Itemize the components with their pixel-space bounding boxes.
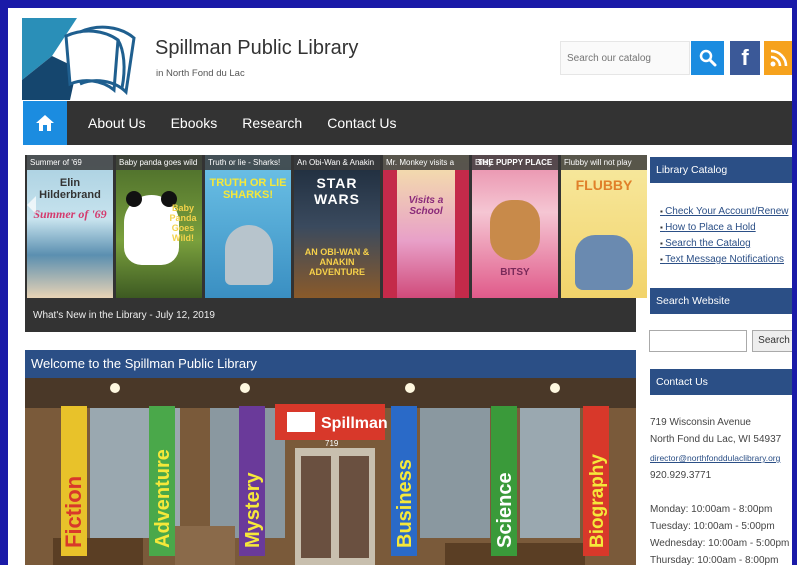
slider-prev-arrow[interactable] xyxy=(27,196,36,214)
book-cover-summer-69[interactable]: Summer of '69 Elin Hilderbrand Summer of… xyxy=(27,155,113,298)
search-website-heading: Search Website xyxy=(650,288,792,314)
site-search-input[interactable] xyxy=(649,330,747,352)
book-caption: Truth or lie - Sharks! xyxy=(205,155,291,170)
new-books-slider: Summer of '69 Elin Hilderbrand Summer of… xyxy=(25,155,647,332)
contact-email-link[interactable]: director@northfonddulaclibrary.org xyxy=(650,453,780,463)
banner-biography-text: Biography xyxy=(587,454,608,548)
book-title: Summer of '69 xyxy=(33,207,107,221)
book-caption: Baby panda goes wild xyxy=(116,155,202,170)
banner-business-text: Business xyxy=(394,459,416,548)
book-title: Baby Panda Goes Wild! xyxy=(169,203,197,243)
banner-adventure-text: Adventure xyxy=(152,449,174,548)
link-search-catalog[interactable]: Search the Catalog xyxy=(660,238,788,249)
book-title: TRUTH OR LIE SHARKS! xyxy=(209,177,287,201)
business-banner: Business xyxy=(391,406,417,556)
banner-science-text: Science xyxy=(494,472,516,548)
curtain-left xyxy=(383,170,397,298)
nav-item-about-us[interactable]: About Us xyxy=(88,115,146,131)
book-caption: Summer of '69 xyxy=(27,155,113,170)
fiction-banner: Fiction xyxy=(61,406,87,556)
book-title: FLUBBY xyxy=(575,177,633,193)
welcome-section: Welcome to the Spillman Public Library F… xyxy=(25,350,636,565)
site-subtitle: in North Fond du Lac xyxy=(156,68,245,79)
biography-banner: Biography xyxy=(583,406,609,556)
hours-monday: Monday: 10:00am - 8:00pm xyxy=(650,504,773,515)
cat-illustration xyxy=(575,235,633,290)
book-title: STAR WARS xyxy=(314,175,360,207)
facebook-button[interactable]: f xyxy=(730,41,760,75)
link-place-hold[interactable]: How to Place a Hold xyxy=(660,222,788,233)
home-icon xyxy=(36,115,54,131)
catalog-links: Check Your Account/Renew How to Place a … xyxy=(660,206,788,270)
rss-icon xyxy=(770,49,788,67)
book-caption: Mr. Monkey visits a xyxy=(383,155,469,170)
contact-phone: 920.929.3771 xyxy=(650,470,712,481)
book-cover-flubby[interactable]: Flubby will not play FLUBBY xyxy=(561,155,647,298)
book-caption: An Obi-Wan & Anakin xyxy=(294,155,380,170)
library-logo-icon[interactable] xyxy=(22,18,147,100)
site-title[interactable]: Spillman Public Library xyxy=(155,37,358,60)
book-cover-mr-monkey[interactable]: Mr. Monkey visits a Visits a School xyxy=(383,155,469,298)
banner-mystery-text: Mystery xyxy=(242,472,264,548)
link-text-notifications[interactable]: Text Message Notifications xyxy=(660,254,788,265)
puppy-illustration xyxy=(490,200,540,260)
facebook-icon: f xyxy=(741,45,749,70)
storefront-sign-text: Spillman xyxy=(321,415,388,432)
book-cover-puppy-place[interactable]: Bitsy THE PUPPY PLACE BITSY xyxy=(472,155,558,298)
site-search-button[interactable]: Search xyxy=(752,330,792,352)
nav-item-research[interactable]: Research xyxy=(242,115,302,131)
hours-tuesday: Tuesday: 10:00am - 5:00pm xyxy=(650,521,775,532)
library-catalog-heading: Library Catalog xyxy=(650,157,792,183)
page-frame: Spillman Public Library in North Fond du… xyxy=(8,8,792,565)
slider-caption: What's New in the Library - July 12, 201… xyxy=(33,310,215,321)
library-storefront-photo: Fiction Adventure Mystery Business Scien… xyxy=(25,378,636,565)
banner-fiction-text: Fiction xyxy=(61,476,86,548)
nav-item-ebooks[interactable]: Ebooks xyxy=(171,115,218,131)
book-title: THE PUPPY PLACE xyxy=(477,158,553,167)
search-icon xyxy=(699,49,716,67)
book-subtitle: BITSY xyxy=(500,267,530,278)
shark-illustration xyxy=(225,225,273,285)
search-button[interactable] xyxy=(691,41,724,75)
book-author: Elin Hilderbrand xyxy=(39,177,101,201)
contact-address-line2: North Fond du Lac, WI 54937 xyxy=(650,434,782,445)
book-caption: Flubby will not play xyxy=(561,155,647,170)
main-nav: About Us Ebooks Research Contact Us xyxy=(23,101,792,145)
hours-wednesday: Wednesday: 10:00am - 5:00pm xyxy=(650,538,790,549)
contact-us-heading: Contact Us xyxy=(650,369,792,395)
mystery-banner: Mystery xyxy=(239,406,265,556)
link-check-account[interactable]: Check Your Account/Renew xyxy=(660,206,788,217)
book-cover-baby-panda[interactable]: Baby panda goes wild Baby Panda Goes Wil… xyxy=(116,155,202,298)
rss-button[interactable] xyxy=(764,41,792,75)
storefront-sign-number: 719 xyxy=(325,439,339,448)
panda-ear xyxy=(126,191,142,207)
science-banner: Science xyxy=(491,406,517,556)
book-cover-star-wars[interactable]: An Obi-Wan & Anakin STAR WARS AN OBI-WAN… xyxy=(294,155,380,298)
nav-item-contact-us[interactable]: Contact Us xyxy=(327,115,396,131)
welcome-title: Welcome to the Spillman Public Library xyxy=(25,350,636,378)
hours-thursday: Thursday: 10:00am - 8:00pm xyxy=(650,555,779,565)
book-subtitle: AN OBI-WAN & ANAKIN ADVENTURE xyxy=(304,247,370,277)
book-title: Visits a School xyxy=(408,195,444,217)
catalog-search-input[interactable] xyxy=(560,41,690,75)
adventure-banner: Adventure xyxy=(149,406,175,556)
curtain-right xyxy=(455,170,469,298)
book-cover-truth-or-lie[interactable]: Truth or lie - Sharks! TRUTH OR LIE SHAR… xyxy=(205,155,291,298)
contact-address-line1: 719 Wisconsin Avenue xyxy=(650,417,751,428)
nav-home-button[interactable] xyxy=(23,101,67,145)
